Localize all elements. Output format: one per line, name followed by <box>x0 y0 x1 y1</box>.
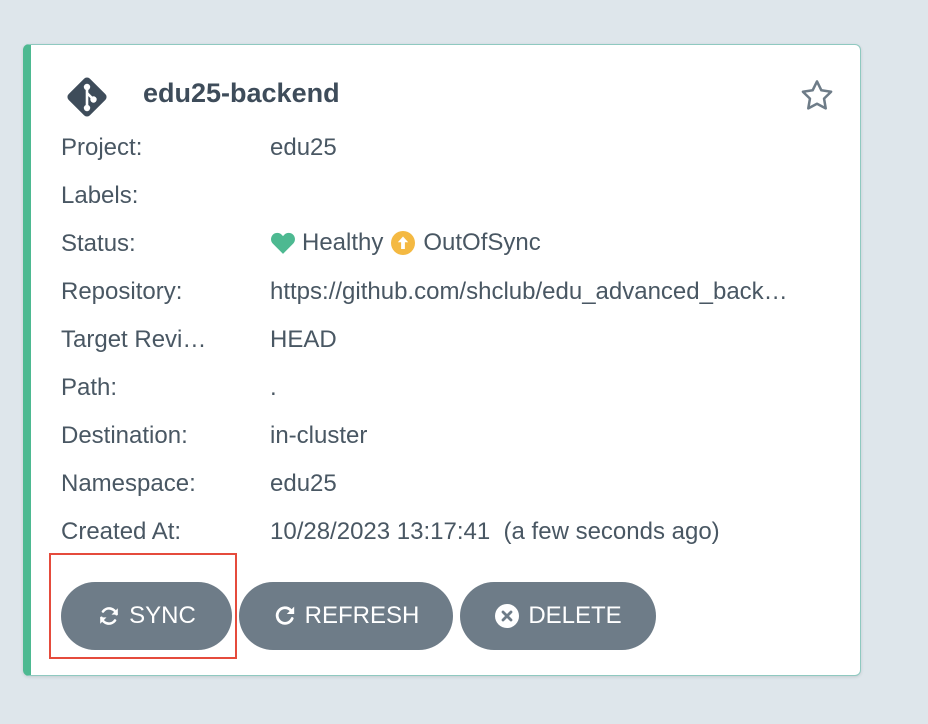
sync-status-text: OutOfSync <box>423 229 541 256</box>
arrow-up-circle-icon <box>391 231 416 255</box>
namespace-label: Namespace: <box>61 470 196 497</box>
git-icon <box>67 77 107 117</box>
created-at-value: 10/28/2023 13:17:41 (a few seconds ago) <box>270 518 720 545</box>
health-status-text: Healthy <box>302 229 384 256</box>
star-icon[interactable] <box>798 77 836 115</box>
target-revision-label: Target Revi… <box>61 326 207 353</box>
status-value: Healthy OutOfSync <box>270 229 541 257</box>
repository-label: Repository: <box>61 278 183 305</box>
refresh-button-label: REFRESH <box>304 602 420 629</box>
destination-label: Destination: <box>61 422 188 449</box>
heart-icon <box>271 232 295 254</box>
delete-button[interactable]: DELETE <box>460 582 656 650</box>
refresh-icon <box>275 606 294 625</box>
project-label: Project: <box>61 134 143 161</box>
namespace-value: edu25 <box>270 470 337 497</box>
refresh-button[interactable]: REFRESH <box>239 582 453 650</box>
target-revision-value: HEAD <box>270 326 337 353</box>
delete-circle-icon <box>495 604 520 628</box>
path-value: . <box>270 374 277 401</box>
application-name[interactable]: edu25-backend <box>143 78 340 109</box>
labels-label: Labels: <box>61 182 139 209</box>
destination-value: in-cluster <box>270 422 368 449</box>
status-label: Status: <box>61 230 136 257</box>
repository-value: https://github.com/shclub/edu_advanced_b… <box>270 278 788 305</box>
created-at-label: Created At: <box>61 518 182 545</box>
path-label: Path: <box>61 374 118 401</box>
sync-highlight-box <box>49 553 237 659</box>
project-value: edu25 <box>270 134 337 161</box>
delete-button-label: DELETE <box>528 602 622 629</box>
